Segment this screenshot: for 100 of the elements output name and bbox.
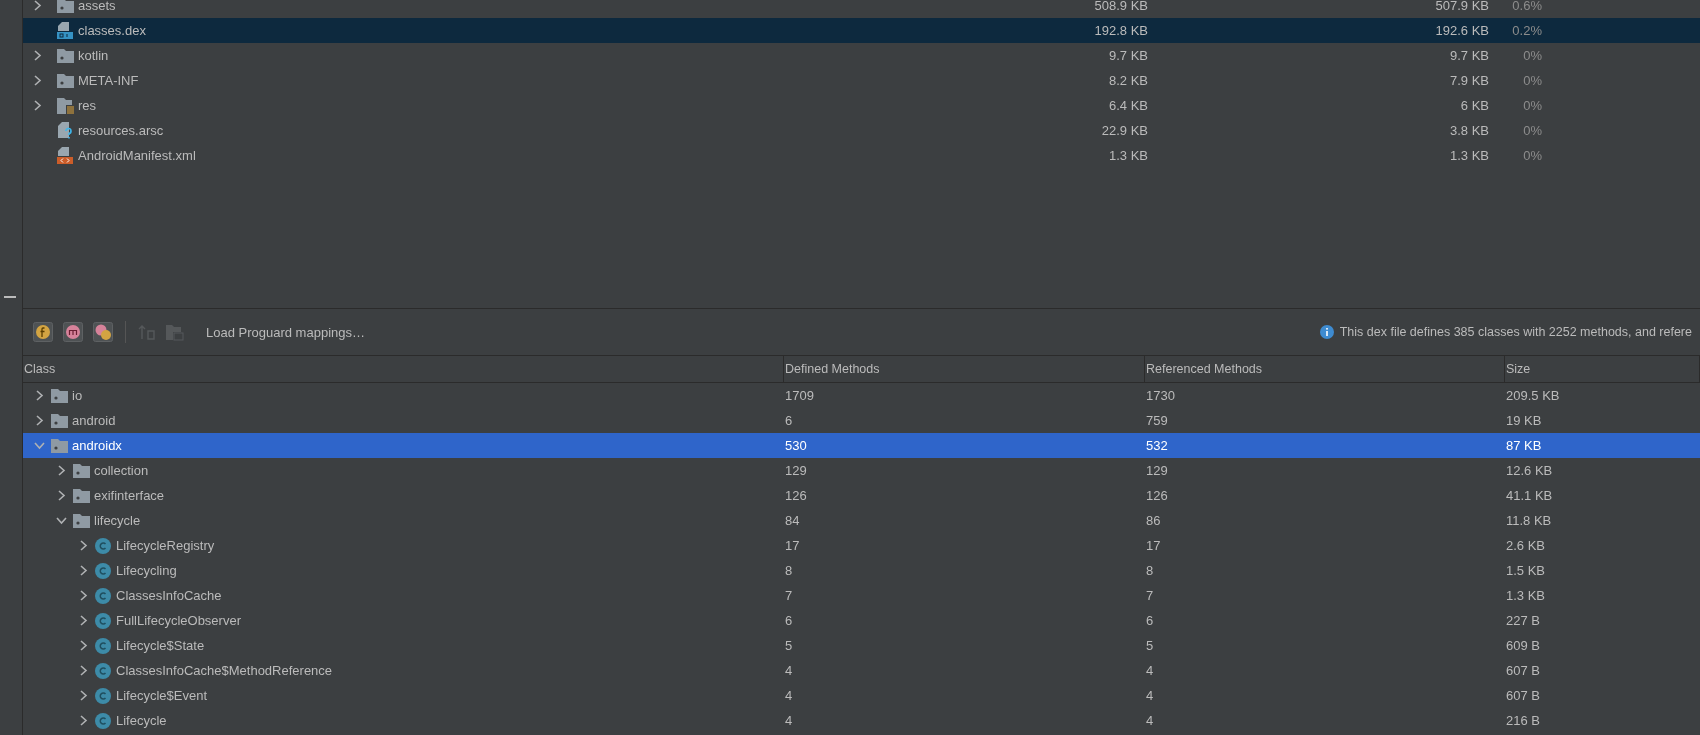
chevron-right-icon[interactable]	[33, 100, 42, 111]
column-header[interactable]: Referenced Methods	[1145, 356, 1505, 382]
referenced-methods: 7	[1145, 588, 1155, 603]
chevron-right-icon[interactable]	[78, 715, 88, 726]
chevron-down-icon[interactable]	[55, 516, 67, 525]
file-row[interactable]: META-INF 8.2 KB 7.9 KB 0%	[23, 68, 1700, 93]
referenced-methods: 4	[1145, 688, 1155, 703]
class-size: 11.8 KB	[1505, 513, 1553, 528]
class-size: 19 KB	[1505, 413, 1543, 428]
field-icon[interactable]	[33, 322, 53, 342]
load-mappings-button[interactable]: Load Proguard mappings…	[200, 320, 371, 344]
column-header[interactable]: Size	[1505, 356, 1700, 382]
chevron-right-icon[interactable]	[78, 540, 88, 551]
folder-icon	[51, 413, 68, 428]
folder-icon	[73, 513, 90, 528]
folder-icon	[51, 438, 68, 453]
class-row[interactable]: io 1709 1730 209.5 KB	[23, 383, 1700, 408]
file-row[interactable]: assets 508.9 KB 507.9 KB 0.6%	[23, 0, 1700, 18]
defined-methods: 4	[784, 713, 794, 728]
download-size: 7.9 KB	[1448, 73, 1489, 88]
file-row[interactable]: resources.arsc 22.9 KB 3.8 KB 0%	[23, 118, 1700, 143]
class-name: Lifecycling	[116, 563, 177, 578]
chevron-right-icon[interactable]	[33, 0, 42, 11]
class-row[interactable]: android 6 759 19 KB	[23, 408, 1700, 433]
method-icon[interactable]	[63, 322, 83, 342]
size-percent: 0%	[1522, 73, 1542, 88]
referenced-methods: 129	[1145, 463, 1169, 478]
class-row[interactable]: Lifecycle 4 4 216 B	[23, 708, 1700, 733]
class-name: FullLifecycleObserver	[116, 613, 241, 628]
class-row[interactable]: exifinterface 126 126 41.1 KB	[23, 483, 1700, 508]
file-name: res	[78, 98, 97, 113]
class-row[interactable]: Lifecycle$Event 4 4 607 B	[23, 683, 1700, 708]
class-row[interactable]: lifecycle 84 86 11.8 KB	[23, 508, 1700, 533]
class-row[interactable]: Lifecycle$State 5 5 609 B	[23, 633, 1700, 658]
size-percent: 0%	[1522, 123, 1542, 138]
chevron-right-icon[interactable]	[78, 590, 88, 601]
class-row[interactable]: ClassesInfoCache$MethodReference 4 4 607 B	[23, 658, 1700, 683]
chevron-right-icon[interactable]	[78, 665, 88, 676]
chevron-right-icon[interactable]	[56, 465, 66, 476]
class-name: exifinterface	[94, 488, 165, 503]
class-name: ClassesInfoCache	[116, 588, 222, 603]
chevron-right-icon[interactable]	[78, 690, 88, 701]
class-row[interactable]: ClassesInfoCache 7 7 1.3 KB	[23, 583, 1700, 608]
class-name: LifecycleRegistry	[116, 538, 215, 553]
folder-icon	[73, 488, 90, 503]
file-icon	[57, 22, 73, 39]
class-icon	[95, 587, 111, 604]
file-row[interactable]: classes.dex 192.8 KB 192.6 KB 0.2%	[23, 18, 1700, 43]
folder-icon	[57, 73, 74, 88]
raw-size: 192.8 KB	[1093, 23, 1148, 38]
defined-methods: 530	[784, 438, 808, 453]
chevron-right-icon[interactable]	[33, 50, 42, 61]
class-row[interactable]: FullLifecycleObserver 6 6 227 B	[23, 608, 1700, 633]
referenced-methods: 17	[1145, 538, 1162, 553]
info-icon	[1319, 325, 1334, 339]
chevron-right-icon[interactable]	[78, 565, 88, 576]
defined-methods: 84	[784, 513, 801, 528]
file-row[interactable]: res 6.4 KB 6 KB 0%	[23, 93, 1700, 118]
class-size: 607 B	[1505, 688, 1541, 703]
file-row[interactable]: kotlin 9.7 KB 9.7 KB 0%	[23, 43, 1700, 68]
referenced-methods: 759	[1145, 413, 1169, 428]
file-name: resources.arsc	[78, 123, 164, 138]
size-percent: 0%	[1522, 48, 1542, 63]
class-row[interactable]: LifecycleRegistry 17 17 2.6 KB	[23, 533, 1700, 558]
raw-size: 9.7 KB	[1107, 48, 1148, 63]
class-row[interactable]: Lifecycling 8 8 1.5 KB	[23, 558, 1700, 583]
class-size: 87 KB	[1505, 438, 1543, 453]
chevron-down-icon[interactable]	[33, 441, 45, 450]
file-name: classes.dex	[78, 23, 146, 38]
chevron-right-icon[interactable]	[34, 415, 44, 426]
column-header[interactable]: Class	[23, 356, 784, 382]
file-name: META-INF	[78, 73, 139, 88]
folder-icon	[57, 97, 74, 114]
class-size: 2.6 KB	[1505, 538, 1547, 553]
raw-size: 6.4 KB	[1107, 98, 1148, 113]
chevron-right-icon[interactable]	[78, 615, 88, 626]
chevron-right-icon[interactable]	[33, 75, 42, 86]
referenced-method-icon[interactable]	[93, 322, 113, 342]
defined-methods: 129	[784, 463, 808, 478]
class-row[interactable]: collection 129 129 12.6 KB	[23, 458, 1700, 483]
file-name: assets	[78, 0, 116, 13]
download-size: 1.3 KB	[1448, 148, 1489, 163]
chevron-right-icon[interactable]	[78, 640, 88, 651]
chevron-right-icon[interactable]	[34, 390, 44, 401]
defined-methods: 17	[784, 538, 801, 553]
class-icon	[95, 612, 111, 629]
class-row[interactable]: androidx 530 532 87 KB	[23, 433, 1700, 458]
folder-icon	[57, 48, 74, 63]
class-name: Lifecycle$Event	[116, 688, 208, 703]
file-icon	[57, 147, 73, 164]
raw-size: 22.9 KB	[1100, 123, 1148, 138]
class-name: Lifecycle	[116, 713, 167, 728]
class-size: 12.6 KB	[1505, 463, 1554, 478]
chevron-right-icon[interactable]	[56, 490, 66, 501]
referenced-methods: 86	[1145, 513, 1162, 528]
defined-methods: 6	[784, 413, 794, 428]
column-header[interactable]: Defined Methods	[784, 356, 1145, 382]
file-row[interactable]: AndroidManifest.xml 1.3 KB 1.3 KB 0%	[23, 143, 1700, 168]
file-name: AndroidManifest.xml	[78, 148, 196, 163]
referenced-methods: 532	[1145, 438, 1169, 453]
